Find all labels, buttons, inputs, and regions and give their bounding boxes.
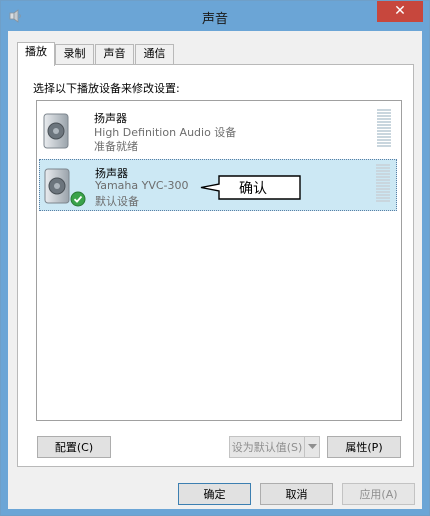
instruction-text: 选择以下播放设备来修改设置: [33, 82, 180, 95]
device-description: Yamaha YVC-300 [95, 179, 189, 192]
ok-button[interactable]: 确定 [178, 483, 251, 505]
tab-communications[interactable]: 通信 [135, 44, 174, 65]
device-status: 默认设备 [95, 195, 139, 208]
device-status: 准备就绪 [94, 140, 138, 153]
properties-button[interactable]: 属性(P) [327, 436, 401, 458]
window-title: 声音 [201, 12, 228, 27]
chevron-down-icon [308, 444, 317, 449]
set-default-button[interactable]: 设为默认值(S) [229, 436, 305, 458]
cancel-button[interactable]: 取消 [260, 483, 333, 505]
sound-dialog: 声音 ✕ 播放 录制 声音 通信 选择以下播放设备来修改设置: 扬声器 High… [0, 0, 430, 516]
close-icon: ✕ [394, 3, 406, 19]
playback-panel: 选择以下播放设备来修改设置: 扬声器 High Definition Audio… [17, 64, 414, 467]
close-button[interactable]: ✕ [377, 1, 423, 22]
configure-button[interactable]: 配置(C) [37, 436, 111, 458]
title-bar[interactable]: 声音 ✕ [1, 1, 429, 31]
device-item[interactable]: 扬声器 High Definition Audio 设备 准备就绪 [39, 105, 397, 157]
confirm-callout: 确认 [199, 175, 302, 200]
dialog-body: 播放 录制 声音 通信 选择以下播放设备来修改设置: 扬声器 High Defi… [8, 31, 422, 509]
set-default-dropdown[interactable] [304, 436, 320, 458]
device-list[interactable]: 扬声器 High Definition Audio 设备 准备就绪 扬声器 Ya… [36, 100, 402, 421]
speaker-icon [43, 113, 69, 149]
volume-level-meter [377, 109, 391, 148]
tab-playback[interactable]: 播放 [17, 42, 55, 66]
callout-text: 确认 [239, 181, 267, 197]
tab-recording[interactable]: 录制 [55, 44, 94, 65]
apply-button[interactable]: 应用(A) [342, 483, 415, 505]
tab-sounds[interactable]: 声音 [95, 44, 134, 65]
check-icon [70, 191, 86, 207]
volume-level-meter [376, 164, 390, 203]
